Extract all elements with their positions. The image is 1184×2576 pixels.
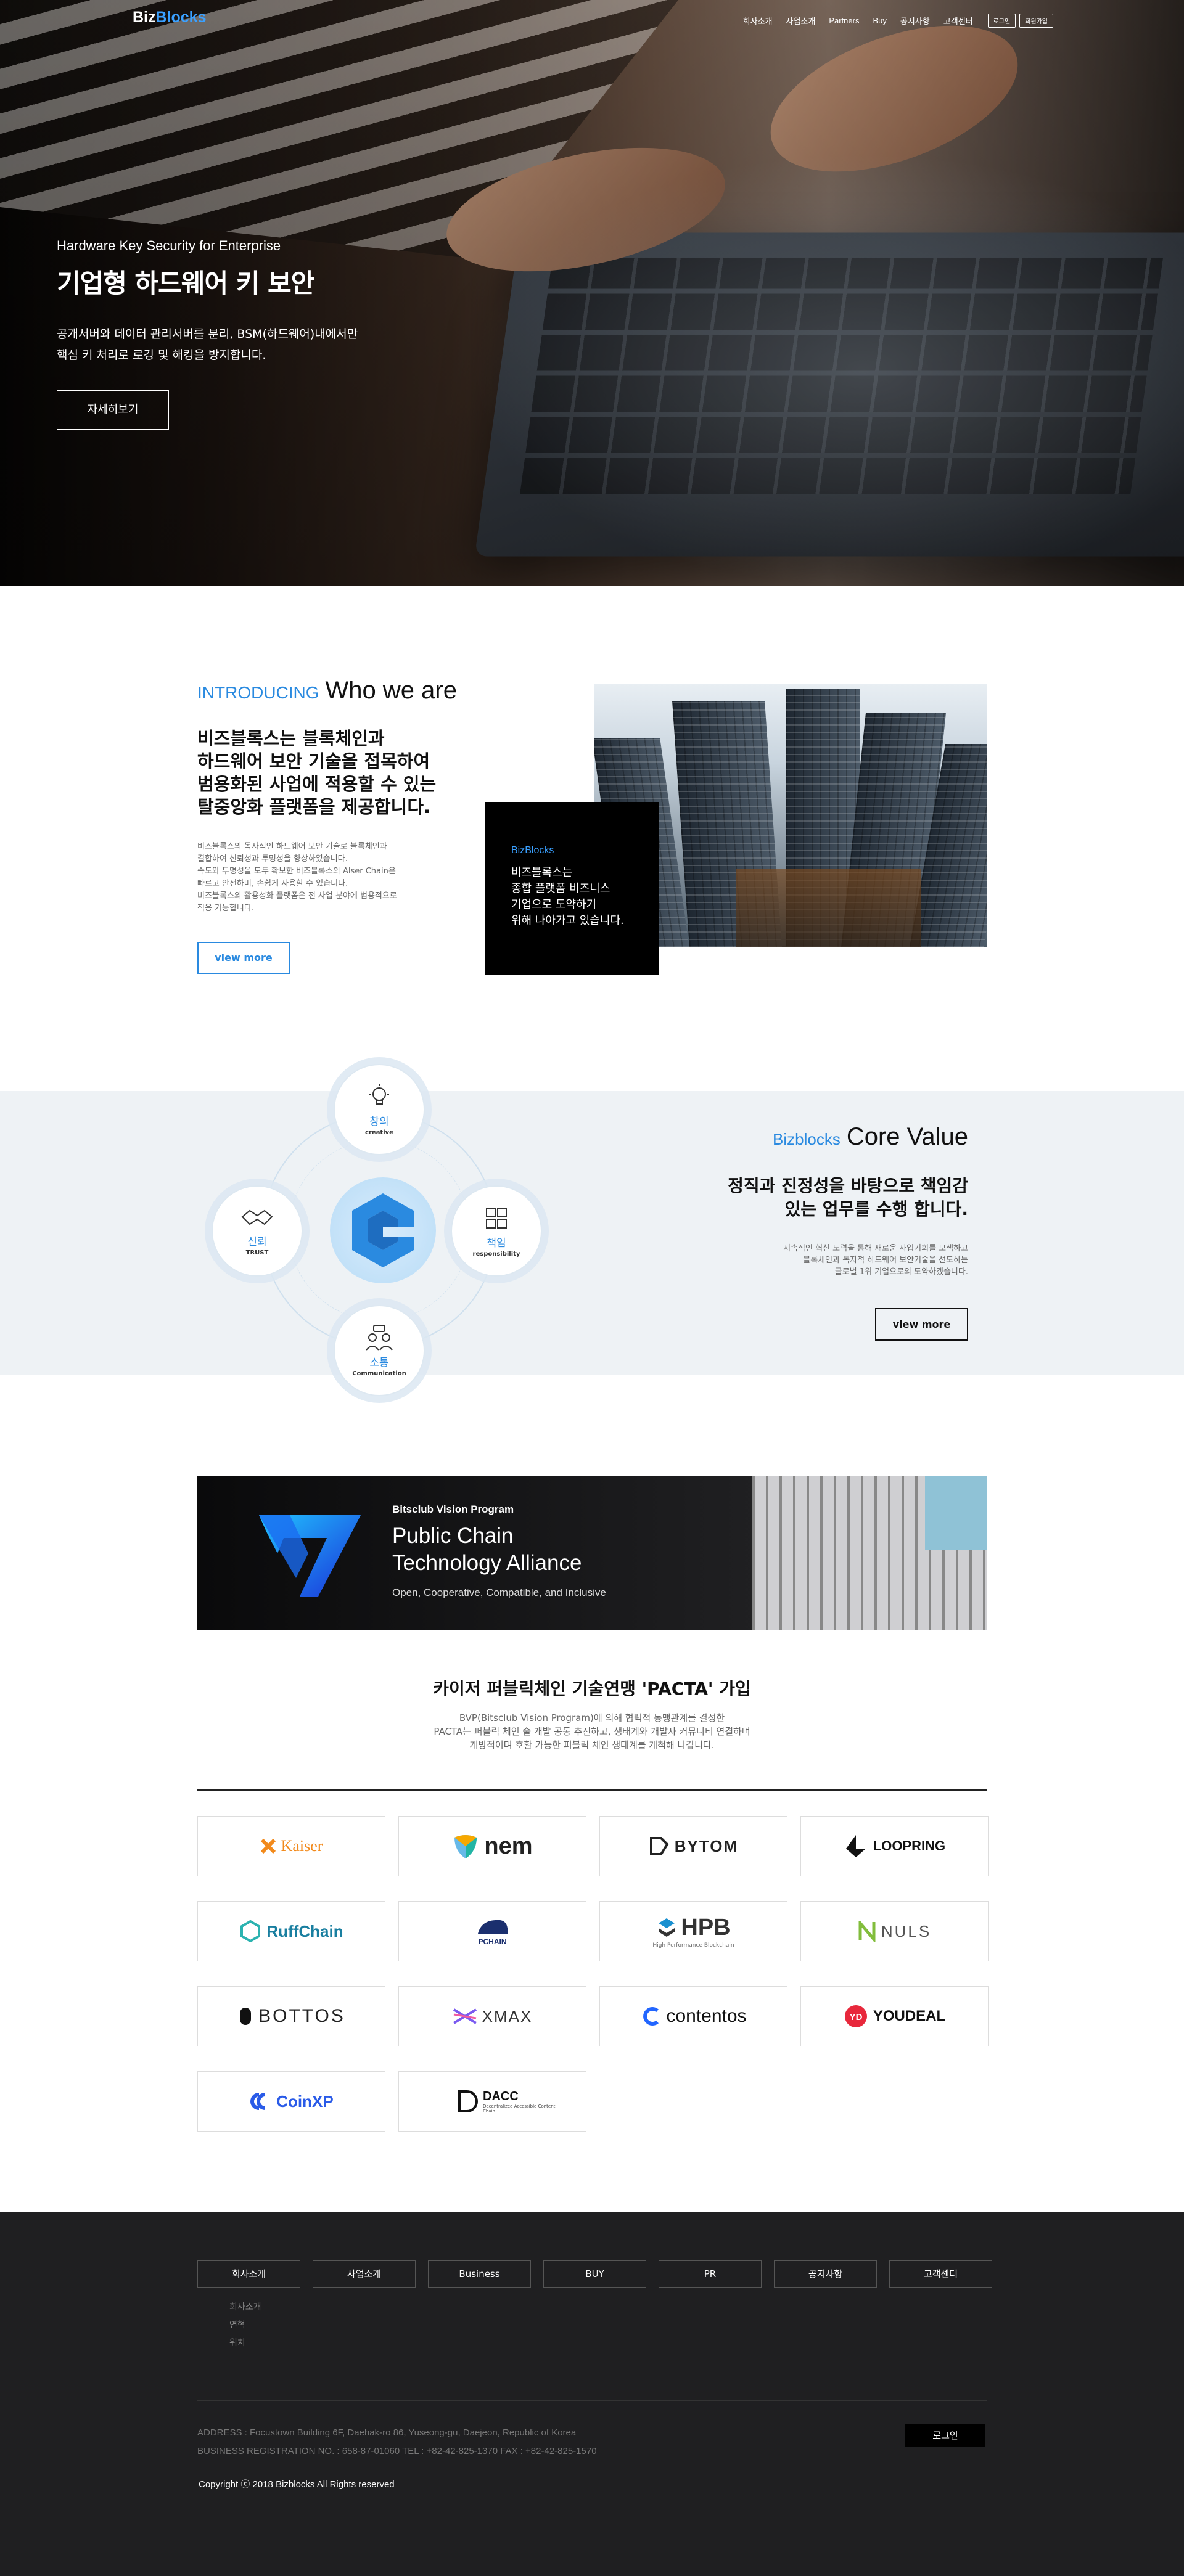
core-value-body: 지속적인 혁신 노력을 통해 새로운 사업기회를 모색하고 블록체인과 독자적 하… [783, 1244, 968, 1277]
bottos-logo-icon [240, 2008, 252, 2025]
main-menu: 회사소개 사업소개 Partners Buy 공지사항 고객센터 로그인 회원가… [730, 14, 1053, 28]
coinxp-logo-icon [250, 2093, 266, 2110]
core-view-more-button[interactable]: view more [875, 1308, 968, 1341]
value-communication: 소통 Communication [327, 1298, 432, 1403]
banner-small-title: Bitsclub Vision Program [392, 1503, 514, 1515]
kaiser-logo-icon [260, 1838, 276, 1854]
footer: 회사소개 사업소개 Business BUY PR 공지사항 고객센터 회사소개… [0, 2212, 1184, 2576]
dacc-logo-icon [458, 2090, 478, 2112]
intro-view-more-button[interactable]: view more [197, 942, 290, 974]
pacta-banner: Bitsclub Vision Program Public Chain Tech… [197, 1476, 987, 1630]
signup-link[interactable]: 회원가입 [1019, 14, 1053, 28]
footer-copyright: Copyright ⓒ 2018 Bizblocks All Rights re… [199, 2479, 395, 2490]
partner-nem[interactable]: nem [398, 1816, 586, 1876]
value-responsibility: 책임 responsibility [444, 1179, 549, 1283]
menu-business[interactable]: 사업소개 [786, 15, 816, 27]
partner-logo-grid: Kaiser nem BYTOM LOOPRING RuffChain PCHA… [197, 1816, 993, 2132]
contentos-logo-icon [643, 2007, 659, 2026]
hero-subtitle: Hardware Key Security for Enterprise [57, 238, 281, 253]
menu-buy[interactable]: Buy [873, 16, 886, 25]
partner-pchain[interactable]: PCHAIN [398, 1901, 586, 1961]
menu-notice[interactable]: 공지사항 [900, 15, 930, 27]
handshake-icon [241, 1209, 273, 1225]
svg-text:YD: YD [849, 2012, 862, 2022]
banner-tagline: Open, Cooperative, Compatible, and Inclu… [392, 1587, 606, 1598]
core-value-section [0, 1091, 1184, 1375]
menu-support[interactable]: 고객센터 [944, 15, 973, 27]
partner-bytom[interactable]: BYTOM [599, 1816, 787, 1876]
hero-description: 공개서버와 데이터 관리서버를 분리, BSM(하드웨어)내에서만 핵심 키 처… [57, 327, 358, 362]
partner-youdeal[interactable]: YD YOUDEAL [800, 1986, 989, 2046]
top-nav: BizBlocks 회사소개 사업소개 Partners Buy 공지사항 고객… [0, 0, 1184, 39]
ruffchain-logo-icon [240, 1920, 261, 1942]
bvp-logo-icon [259, 1515, 361, 1597]
banner-big-title: Public Chain Technology Alliance [392, 1524, 582, 1575]
puzzle-icon [486, 1208, 507, 1229]
footer-address: ADDRESS : Focustown Building 6F, Daehak-… [197, 2427, 597, 2456]
login-link[interactable]: 로그인 [987, 14, 1016, 28]
footer-nav-company[interactable]: 회사소개 [197, 2260, 300, 2288]
partner-dacc[interactable]: DACC Decentralized Accessible Content Ch… [398, 2071, 586, 2132]
intro-black-box: BizBlocks 비즈블록스는 종합 플랫폼 비즈니스 기업으로 도약하기 위해 … [485, 802, 659, 975]
hpb-logo-icon [659, 1918, 675, 1937]
footer-subnav: 회사소개 연혁 위치 [229, 2299, 261, 2352]
partner-nuls[interactable]: NULS [800, 1901, 989, 1961]
footer-sub-location[interactable]: 위치 [229, 2334, 261, 2352]
loopring-logo-icon [845, 1835, 866, 1857]
footer-nav-support[interactable]: 고객센터 [889, 2260, 992, 2288]
hero-title: 기업형 하드웨어 키 보안 [57, 268, 314, 298]
pchain-logo-icon [477, 1920, 508, 1934]
core-value-heading: Bizblocks Core Value [773, 1123, 968, 1150]
youdeal-logo-icon: YD [844, 2005, 867, 2027]
people-chat-icon [366, 1325, 393, 1351]
value-creative: 창의 creative [327, 1057, 432, 1162]
hero-section: BizBlocks 회사소개 사업소개 Partners Buy 공지사항 고객… [0, 0, 1184, 586]
footer-nav-business[interactable]: Business [428, 2260, 531, 2288]
bizblocks-logo-icon [352, 1193, 414, 1267]
intro-body: 비즈블록스의 독자적인 하드웨어 보안 기술로 블록체인과 결합하여 신뢰성과 투… [197, 842, 397, 913]
intro-heading: INTRODUCING Who we are [197, 677, 457, 704]
lightbulb-icon [369, 1084, 389, 1105]
intro-lead: 비즈블록스는 블록체인과 하드웨어 보안 기술을 접목하여 범용화된 사업에 적용… [197, 728, 437, 817]
bizblocks-emblem [330, 1177, 436, 1283]
partner-coinxp[interactable]: CoinXP [197, 2071, 385, 2132]
menu-partners[interactable]: Partners [829, 16, 859, 25]
core-value-lead: 정직과 진정성을 바탕으로 책임감 있는 업무를 수행 합니다. [728, 1176, 968, 1219]
pacta-title: 카이저 퍼블릭체인 기술연맹 'PACTA' 가입 [433, 1678, 751, 1699]
footer-nav: 회사소개 사업소개 Business BUY PR 공지사항 고객센터 [197, 2260, 992, 2288]
hero-copy: Hardware Key Security for Enterprise 기업형… [57, 238, 358, 430]
bytom-logo-icon [649, 1837, 669, 1855]
partner-loopring[interactable]: LOOPRING [800, 1816, 989, 1876]
partner-kaiser[interactable]: Kaiser [197, 1816, 385, 1876]
site-logo[interactable]: BizBlocks [133, 9, 206, 27]
partner-hpb[interactable]: HPB High Performance Blockchain [599, 1901, 787, 1961]
footer-nav-notice[interactable]: 공지사항 [774, 2260, 877, 2288]
footer-nav-buy[interactable]: BUY [543, 2260, 646, 2288]
hero-detail-button[interactable]: 자세히보기 [57, 390, 169, 430]
menu-company[interactable]: 회사소개 [743, 15, 773, 27]
footer-sub-company[interactable]: 회사소개 [229, 2299, 261, 2316]
nem-logo-icon [454, 1835, 477, 1858]
partner-ruffchain[interactable]: RuffChain [197, 1901, 385, 1961]
partner-xmax[interactable]: XMAX [398, 1986, 586, 2046]
footer-nav-pr[interactable]: PR [659, 2260, 762, 2288]
footer-nav-business-ko[interactable]: 사업소개 [313, 2260, 416, 2288]
nuls-logo-icon [858, 1921, 876, 1942]
footer-sub-history[interactable]: 연혁 [229, 2316, 261, 2334]
footer-login-button[interactable]: 로그인 [905, 2424, 985, 2447]
value-trust: 신뢰 TRUST [205, 1179, 310, 1283]
xmax-logo-icon [453, 2008, 477, 2024]
partner-contentos[interactable]: contentos [599, 1986, 787, 2046]
pacta-description: BVP(Bitsclub Vision Program)에 의해 협력적 동맹관… [434, 1712, 750, 1751]
partner-bottos[interactable]: BOTTOS [197, 1986, 385, 2046]
